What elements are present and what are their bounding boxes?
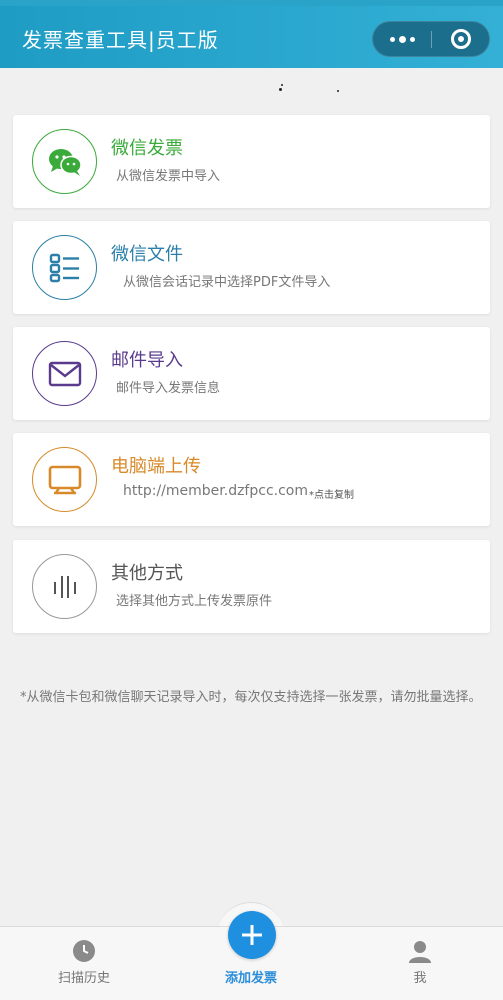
option-title: 电脑端上传 xyxy=(111,456,201,477)
more-dots-icon[interactable] xyxy=(373,22,431,56)
file-list-icon xyxy=(32,235,97,300)
copy-hint[interactable]: *点击复制 xyxy=(309,486,354,501)
speck xyxy=(337,90,339,92)
speck xyxy=(281,84,283,86)
wechat-icon xyxy=(32,129,97,194)
tab-label: 我 xyxy=(413,971,427,986)
tab-label: 添加发票 xyxy=(224,971,277,986)
option-wechat-file[interactable]: 微信文件 从微信会话记录中选择PDF文件导入 xyxy=(13,221,490,314)
speck xyxy=(279,88,282,91)
pc-upload-url[interactable]: http://member.dzfpcc.com xyxy=(123,483,308,499)
header-bar: 发票查重工具|员工版 xyxy=(0,6,503,68)
page-title: 发票查重工具|员工版 xyxy=(22,28,219,52)
option-subtitle: 邮件导入发票信息 xyxy=(116,381,221,396)
clock-icon xyxy=(73,940,95,962)
option-title: 邮件导入 xyxy=(111,350,183,371)
option-subtitle: 选择其他方式上传发票原件 xyxy=(116,594,273,609)
option-title: 微信文件 xyxy=(111,244,183,265)
plus-icon xyxy=(242,925,262,945)
tab-label: 扫描历史 xyxy=(57,971,110,986)
user-icon xyxy=(409,941,431,963)
tab-me[interactable]: 我 xyxy=(380,927,460,1000)
barcode-lines-icon xyxy=(32,554,97,619)
option-other-methods[interactable]: 其他方式 选择其他方式上传发票原件 xyxy=(13,540,490,633)
add-invoice-button[interactable] xyxy=(228,911,276,959)
option-wechat-invoice[interactable]: 微信发票 从微信发票中导入 xyxy=(13,115,490,208)
mail-icon xyxy=(32,341,97,406)
import-note: *从微信卡包和微信聊天记录导入时，每次仅支持选择一张发票，请勿批量选择。 xyxy=(20,690,482,705)
option-subtitle: 从微信发票中导入 xyxy=(116,169,221,184)
option-email-import[interactable]: 邮件导入 邮件导入发票信息 xyxy=(13,327,490,420)
tab-scan-history[interactable]: 扫描历史 xyxy=(44,927,124,1000)
miniprogram-close-icon[interactable] xyxy=(432,22,490,56)
option-pc-upload[interactable]: 电脑端上传 http://member.dzfpcc.com *点击复制 xyxy=(13,433,490,526)
miniprogram-capsule xyxy=(372,21,490,57)
option-subtitle: 从微信会话记录中选择PDF文件导入 xyxy=(123,275,331,290)
monitor-icon xyxy=(32,447,97,512)
option-title: 微信发票 xyxy=(111,138,183,159)
option-title: 其他方式 xyxy=(111,563,183,584)
